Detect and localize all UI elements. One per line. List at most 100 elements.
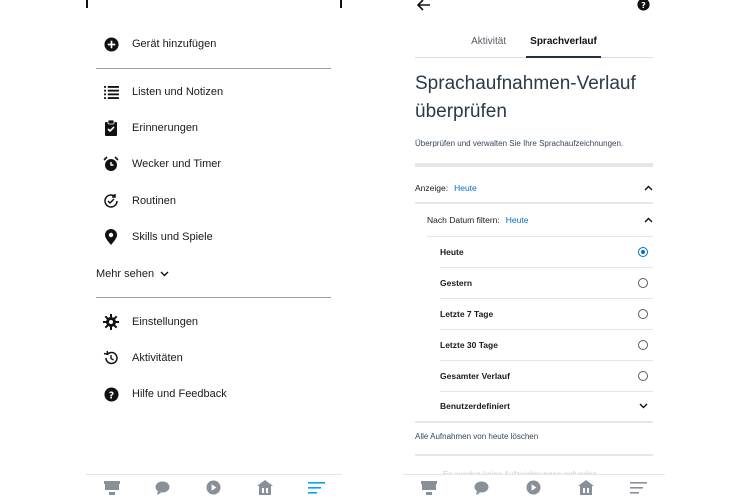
nav-home-button[interactable] <box>98 477 126 499</box>
menu-item-skills[interactable]: Skills und Spiele <box>96 223 332 251</box>
nav-chat-button[interactable] <box>149 477 177 499</box>
more-label: Mehr sehen <box>96 268 155 280</box>
bottom-navigation <box>86 474 342 500</box>
display-label: Anzeige: <box>415 183 449 193</box>
menu-icon <box>630 481 648 494</box>
menu-item-lists[interactable]: Listen und Notizen <box>96 78 332 106</box>
nav-devices-button[interactable] <box>251 477 279 499</box>
voice-history-screen: ? Aktivität Sprachverlauf Sprachaufnahme… <box>403 0 665 500</box>
menu-label: Erinnerungen <box>132 122 199 134</box>
screen-corner <box>86 0 94 8</box>
display-value: Heute <box>454 183 477 193</box>
page-subtitle: Überprüfen und verwalten Sie Ihre Sprach… <box>415 139 624 148</box>
menu-label: Routinen <box>132 195 177 207</box>
divider <box>415 202 653 204</box>
menu-label: Wecker und Timer <box>132 158 222 170</box>
menu-item-settings[interactable]: Einstellungen <box>96 308 332 336</box>
radio-button[interactable] <box>638 309 648 319</box>
date-option-custom[interactable]: Benutzerdefiniert <box>440 396 648 416</box>
history-icon <box>102 349 120 367</box>
radio-button[interactable] <box>638 278 648 288</box>
tab-bar: Aktivität Sprachverlauf <box>415 30 653 58</box>
play-icon <box>526 480 541 495</box>
option-label: Heute <box>440 247 464 257</box>
divider <box>427 236 653 237</box>
help-button[interactable]: ? <box>637 0 651 12</box>
menu-item-add-device[interactable]: Gerät hinzufügen <box>96 30 332 58</box>
radio-button[interactable] <box>638 340 648 350</box>
menu-item-routines[interactable]: Routinen <box>96 187 332 215</box>
option-label: Letzte 7 Tage <box>440 309 494 319</box>
date-option-today[interactable]: Heute <box>440 242 648 262</box>
play-icon <box>206 480 221 495</box>
menu-label: Gerät hinzufügen <box>132 38 217 50</box>
radio-button[interactable] <box>638 371 648 381</box>
date-option-all-history[interactable]: Gesamter Verlauf <box>440 366 648 386</box>
nav-menu-button[interactable] <box>625 477 653 499</box>
divider <box>96 68 331 69</box>
menu-label: Aktivitäten <box>132 352 183 364</box>
home-icon <box>421 480 438 495</box>
svg-text:?: ? <box>641 0 646 10</box>
menu-item-reminders[interactable]: Erinnerungen <box>96 114 332 142</box>
date-option-last-30-days[interactable]: Letzte 30 Tage <box>440 335 648 355</box>
arrow-left-icon <box>416 0 430 11</box>
location-pin-icon <box>102 228 120 246</box>
devices-icon <box>578 480 595 495</box>
tab-voice-history[interactable]: Sprachverlauf <box>518 30 609 58</box>
gear-icon <box>102 313 120 331</box>
divider <box>440 360 653 361</box>
nav-devices-button[interactable] <box>572 477 600 499</box>
menu-label: Einstellungen <box>132 316 199 328</box>
nav-home-button[interactable] <box>415 477 443 499</box>
display-filter-row[interactable]: Anzeige: Heute <box>415 178 653 198</box>
list-icon <box>102 83 120 101</box>
delete-today-recordings-link[interactable]: Alle Aufnahmen von heute löschen <box>415 432 538 441</box>
chat-icon <box>155 481 170 495</box>
date-filter-label: Nach Datum filtern: <box>427 215 500 225</box>
option-label: Gesamter Verlauf <box>440 371 510 381</box>
menu-label: Skills und Spiele <box>132 231 213 243</box>
nav-play-button[interactable] <box>520 477 548 499</box>
option-label: Letzte 30 Tage <box>440 340 498 350</box>
date-filter-row[interactable]: Nach Datum filtern: Heute <box>427 210 653 230</box>
chat-icon <box>474 481 489 495</box>
section-divider <box>415 163 653 167</box>
date-option-last-7-days[interactable]: Letzte 7 Tage <box>440 304 648 324</box>
option-label: Gestern <box>440 278 473 288</box>
divider <box>440 267 653 268</box>
menu-label: Hilfe und Feedback <box>132 388 227 400</box>
date-filter-value: Heute <box>505 215 529 225</box>
page-title: Sprachaufnahmen-Verlauf überprüfen <box>415 73 636 122</box>
screen-corner <box>334 0 342 8</box>
menu-item-help[interactable]: ? Hilfe und Feedback <box>96 380 332 408</box>
routine-check-icon <box>102 192 120 210</box>
chevron-down-icon <box>160 271 169 277</box>
tab-activity[interactable]: Aktivität <box>459 30 518 57</box>
svg-text:?: ? <box>108 390 113 401</box>
divider <box>415 454 653 456</box>
clipboard-check-icon <box>102 119 120 137</box>
chevron-down-icon <box>639 403 648 409</box>
nav-chat-button[interactable] <box>468 477 496 499</box>
radio-selected[interactable] <box>638 247 648 257</box>
date-option-yesterday[interactable]: Gestern <box>440 273 648 293</box>
menu-item-alarms[interactable]: Wecker und Timer <box>96 150 332 178</box>
menu-item-activities[interactable]: Aktivitäten <box>96 344 332 372</box>
chevron-up-icon <box>644 185 653 191</box>
devices-icon <box>257 480 274 495</box>
chevron-up-icon <box>644 217 653 223</box>
help-circle-icon: ? <box>637 0 650 11</box>
divider <box>415 421 653 423</box>
nav-play-button[interactable] <box>200 477 228 499</box>
nav-menu-button[interactable] <box>302 477 330 499</box>
home-icon <box>103 480 120 495</box>
alarm-clock-icon <box>102 155 120 173</box>
bottom-navigation <box>403 474 665 500</box>
more-button[interactable]: Mehr sehen <box>96 264 169 284</box>
back-button[interactable] <box>416 0 433 12</box>
menu-label: Listen und Notizen <box>132 86 224 98</box>
plus-circle-icon <box>102 35 120 53</box>
divider <box>96 297 331 298</box>
menu-icon <box>307 481 325 494</box>
